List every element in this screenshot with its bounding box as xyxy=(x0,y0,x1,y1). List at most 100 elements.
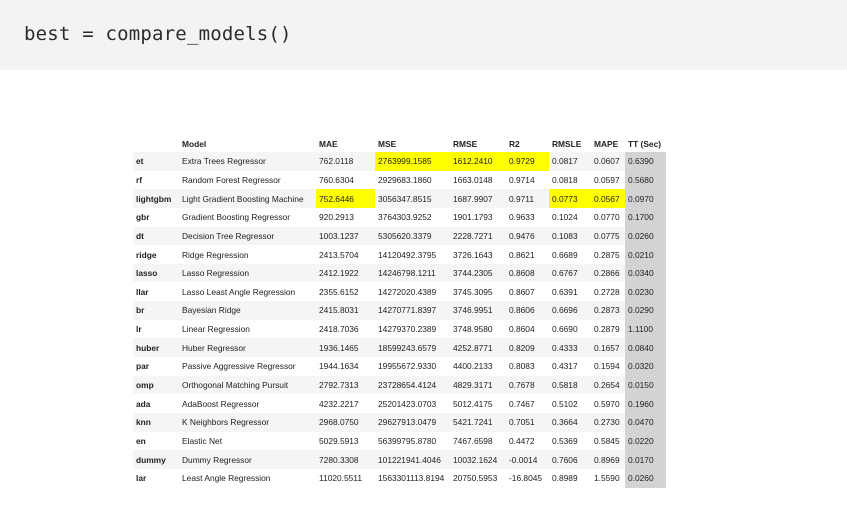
mse-cell: 14279370.2389 xyxy=(378,324,437,335)
model-name-cell: Huber Regressor xyxy=(179,338,316,358)
model-name-cell: Dummy Regressor xyxy=(179,450,316,469)
rmsle-cell: 0.0818 xyxy=(552,174,578,185)
table-row: et Extra Trees Regressor 762.0118 2763999.1… xyxy=(133,152,666,171)
mse-cell: 25201423.0703 xyxy=(378,398,437,409)
mape-cell: 0.2730 xyxy=(591,412,625,432)
rmse-cell: 4400.2133 xyxy=(453,361,493,372)
mse-cell: 1563301113.8194 xyxy=(378,473,445,484)
table-row: gbr Gradient Boosting Regressor 920.2913 37… xyxy=(133,207,666,227)
mse-cell: 14270771.8397 xyxy=(375,301,450,320)
rmsle-cell: 0.0773 xyxy=(549,189,591,208)
row-id: br xyxy=(133,301,179,320)
table-row: lr Linear Regression 2418.7036 14279370.238… xyxy=(133,319,666,339)
tt-cell: 0.0840 xyxy=(625,338,666,358)
r2-cell: 0.9476 xyxy=(506,226,549,246)
rmse-cell: 3745.3095 xyxy=(453,286,493,297)
table-row: dummy Dummy Regressor 7280.3308 101221941.4… xyxy=(133,450,666,469)
rmse-cell: 4252.8771 xyxy=(450,338,506,358)
mae-cell: 1936.1465 xyxy=(316,338,375,358)
rmse-header: RMSE xyxy=(453,138,478,149)
mae-cell: 4232.2217 xyxy=(319,398,359,409)
r2-cell: 0.8083 xyxy=(509,361,535,372)
mae-cell: 2415.8031 xyxy=(316,301,375,320)
mape-cell: 0.8969 xyxy=(591,450,625,469)
model-name-cell: Passive Aggressive Regressor xyxy=(182,361,296,372)
tt-cell: 1.1100 xyxy=(625,319,666,339)
rmsle-cell: 0.7606 xyxy=(549,450,591,469)
tt-cell: 0.0290 xyxy=(625,301,666,320)
tt-cell: 0.0210 xyxy=(625,245,666,264)
row-id: dummy xyxy=(133,450,179,469)
tt-cell: 0.0220 xyxy=(625,431,666,451)
r2-cell: 0.9711 xyxy=(506,189,549,208)
mae-cell: 920.2913 xyxy=(319,212,354,223)
tt-cell: 0.1960 xyxy=(625,394,666,413)
mae-cell: 2413.5704 xyxy=(319,249,359,260)
table-row: lar Least Angle Regression 11020.5511 15633… xyxy=(133,468,666,488)
row-id: rf xyxy=(136,174,143,185)
r2-cell: 0.9633 xyxy=(509,212,535,223)
rmsle-cell: 0.8989 xyxy=(552,473,578,484)
row-id: knn xyxy=(133,412,179,432)
mae-cell: 1944.1634 xyxy=(319,361,359,372)
table-row: omp Orthogonal Matching Pursuit 2792.7313 2… xyxy=(133,375,666,395)
mse-header: MSE xyxy=(378,138,397,149)
mape-cell: 0.0567 xyxy=(591,189,625,208)
r2-cell: 0.9729 xyxy=(506,152,549,171)
tt-cell: 0.0470 xyxy=(625,412,666,432)
row-id: par xyxy=(136,361,150,372)
model-name-cell: Linear Regression xyxy=(182,324,250,335)
row-id: ada xyxy=(136,398,151,409)
rmse-cell: 4829.3171 xyxy=(450,375,506,395)
model-name-cell: Orthogonal Matching Pursuit xyxy=(179,375,316,395)
r2-cell: 0.8604 xyxy=(509,324,535,335)
mse-cell: 2929683.1860 xyxy=(378,174,432,185)
mape-cell: 0.0770 xyxy=(594,212,620,223)
tt-cell: 0.6390 xyxy=(625,152,666,171)
mse-cell: 19955672.9330 xyxy=(378,361,437,372)
rmse-cell: 1663.0148 xyxy=(453,174,493,185)
mse-cell: 3056347.8515 xyxy=(375,189,450,208)
r2-cell: 0.4472 xyxy=(509,435,535,446)
row-id: lr xyxy=(136,324,142,335)
mape-cell: 0.2875 xyxy=(594,249,620,260)
mse-cell: 5305620.3379 xyxy=(375,226,450,246)
mae-cell: 2418.7036 xyxy=(319,324,359,335)
rmsle-cell: 0.1024 xyxy=(552,212,578,223)
rmse-cell: 20750.5953 xyxy=(453,473,498,484)
r2-cell: -0.0014 xyxy=(506,450,549,469)
table-row: en Elastic Net 5029.5913 56399795.8780 7467.… xyxy=(133,431,666,451)
tt-cell: 0.0320 xyxy=(625,357,666,376)
code-line[interactable]: best = compare_models() xyxy=(24,23,292,45)
table-row: lightgbm Light Gradient Boosting Machine 7… xyxy=(133,189,666,208)
mse-cell: 2763999.1585 xyxy=(375,152,450,171)
mae-cell: 2792.7313 xyxy=(316,375,375,395)
mse-cell: 14120492.3795 xyxy=(378,249,437,260)
r2-cell: 0.8607 xyxy=(509,286,535,297)
rmse-cell: 7467.6598 xyxy=(453,435,493,446)
row-id: lar xyxy=(136,473,147,484)
code-cell[interactable]: best = compare_models() xyxy=(0,0,847,70)
mae-cell: 11020.5511 xyxy=(319,473,363,484)
r2-cell: 0.7467 xyxy=(509,398,535,409)
tt-cell: 0.0170 xyxy=(625,450,666,469)
mae-header: MAE xyxy=(319,138,338,149)
model-name-cell: Random Forest Regressor xyxy=(182,174,281,185)
rmsle-cell: 0.3664 xyxy=(549,412,591,432)
tt-cell: 0.0230 xyxy=(625,282,666,302)
rmsle-cell: 0.4333 xyxy=(549,338,591,358)
mape-cell: 0.2866 xyxy=(591,263,625,283)
mae-cell: 2968.0750 xyxy=(316,412,375,432)
tt-cell: 0.0260 xyxy=(625,468,666,488)
tt-cell: 0.1700 xyxy=(625,207,666,227)
tt-header: TT (Sec) xyxy=(628,138,662,149)
rmse-cell: 2228.7271 xyxy=(450,226,506,246)
model-name-cell: Elastic Net xyxy=(182,435,223,446)
mae-cell: 760.6304 xyxy=(319,174,354,185)
r2-cell: 0.8608 xyxy=(506,263,549,283)
r2-cell: 0.8209 xyxy=(506,338,549,358)
mae-cell: 5029.5913 xyxy=(319,435,359,446)
table-row: rf Random Forest Regressor 760.6304 2929683… xyxy=(133,170,666,190)
rmsle-cell: 0.6767 xyxy=(549,263,591,283)
row-id: omp xyxy=(133,375,179,395)
